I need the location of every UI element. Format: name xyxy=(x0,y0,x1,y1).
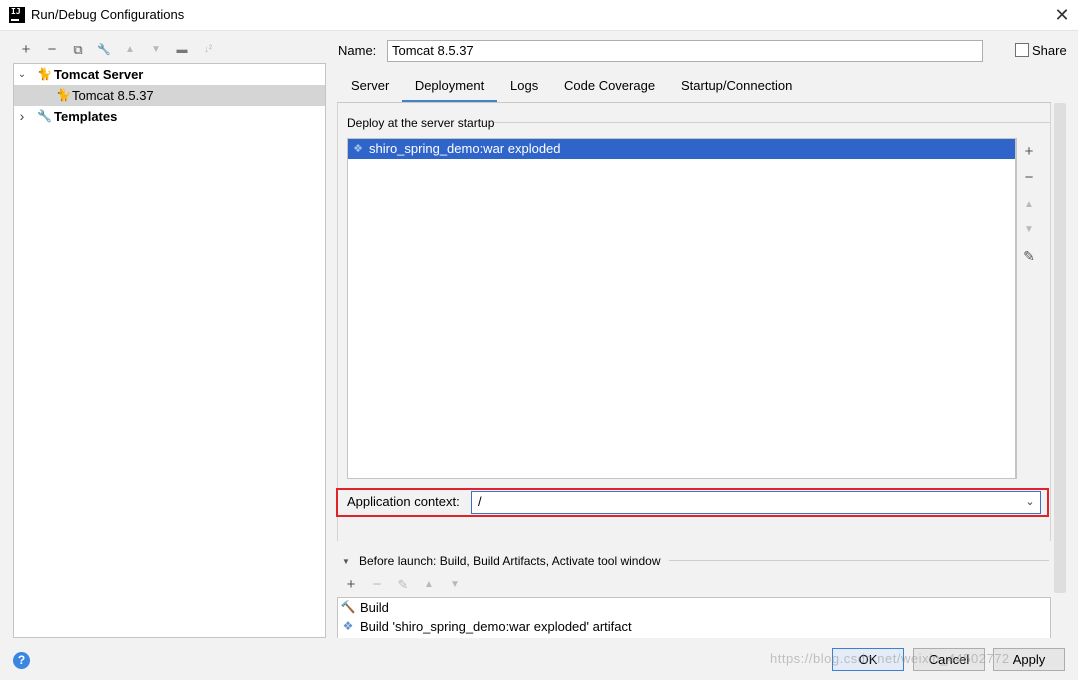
artifact-list[interactable] xyxy=(347,138,1016,479)
before-launch-title[interactable]: Before launch: Build, Build Artifacts, A… xyxy=(359,554,661,568)
close-icon[interactable]: ✕ xyxy=(1052,3,1072,27)
window-title: Run/Debug Configurations xyxy=(31,7,185,22)
add-task-button[interactable]: + xyxy=(342,576,360,594)
edit-pencil-icon[interactable]: ✎ xyxy=(1019,246,1039,266)
artifact-label: shiro_spring_demo:war exploded xyxy=(369,141,561,156)
copy-configuration-icon[interactable]: ⧉ xyxy=(69,41,87,59)
tree-item-tomcat-server[interactable]: ⌄ 🐈 Tomcat Server xyxy=(14,64,325,85)
remove-artifact-button[interactable]: − xyxy=(1019,168,1039,188)
sort-icon[interactable]: ↓² xyxy=(199,41,217,59)
share-checkbox[interactable] xyxy=(1015,43,1029,57)
collapse-toggle-icon[interactable]: ▼ xyxy=(342,557,350,566)
tree-label: Tomcat Server xyxy=(54,67,144,82)
title-bar: IJ Run/Debug Configurations ✕ xyxy=(0,0,1078,31)
folder-icon[interactable]: ▬ xyxy=(173,41,191,59)
tree-label: Templates xyxy=(54,109,118,124)
deploy-group-title: Deploy at the server startup xyxy=(347,116,495,130)
app-context-input[interactable]: / xyxy=(471,491,1041,514)
tree-item-templates[interactable]: › 🔧 Templates xyxy=(14,106,325,127)
chevron-down-icon[interactable]: ⌄ xyxy=(1022,494,1038,510)
hammer-icon: 🔨 xyxy=(340,600,356,614)
tree-label: Tomcat 8.5.37 xyxy=(72,88,154,103)
tab-deployment[interactable]: Deployment xyxy=(402,73,497,103)
list-item[interactable]: ❖ Build 'shiro_spring_demo:war exploded'… xyxy=(338,617,1050,636)
artifact-icon: ❖ xyxy=(342,619,354,633)
list-item[interactable]: ❖ shiro_spring_demo:war exploded xyxy=(348,139,1015,159)
intellij-icon: IJ xyxy=(9,7,25,23)
list-divider xyxy=(1016,138,1017,479)
share-label[interactable]: Share xyxy=(1032,43,1067,58)
add-artifact-button[interactable]: + xyxy=(1019,142,1039,162)
tab-code-coverage[interactable]: Code Coverage xyxy=(562,73,657,103)
move-down-icon[interactable]: ▼ xyxy=(147,41,165,59)
artifact-icon: ❖ xyxy=(353,143,363,155)
task-label: Build xyxy=(360,600,389,615)
remove-configuration-button[interactable]: − xyxy=(43,41,61,59)
tab-server[interactable]: Server xyxy=(349,73,391,103)
tree-item-tomcat-8-5-37[interactable]: 🐈 Tomcat 8.5.37 xyxy=(14,85,325,106)
name-input[interactable]: Tomcat 8.5.37 xyxy=(387,40,983,62)
configuration-tree[interactable]: ⌄ 🐈 Tomcat Server 🐈 Tomcat 8.5.37 › 🔧 Te… xyxy=(13,63,326,638)
move-down-icon[interactable]: ▼ xyxy=(446,576,464,594)
task-label: Build 'shiro_spring_demo:war exploded' a… xyxy=(360,619,632,634)
wrench-icon: 🔧 xyxy=(37,109,52,123)
expanded-chevron-icon[interactable]: ⌄ xyxy=(16,64,28,85)
edit-defaults-wrench-icon[interactable]: 🔧 xyxy=(95,41,113,59)
tomcat-icon: 🐈 xyxy=(56,88,71,102)
app-context-label: Application context: xyxy=(347,494,460,509)
collapsed-chevron-icon[interactable]: › xyxy=(16,106,28,127)
move-down-icon[interactable]: ▼ xyxy=(1019,220,1039,240)
watermark: https://blog.csdn.net/weixin_44502772 xyxy=(770,651,1010,666)
tomcat-icon: 🐈 xyxy=(37,67,52,81)
move-up-icon[interactable]: ▲ xyxy=(1019,195,1039,215)
move-up-icon[interactable]: ▲ xyxy=(121,41,139,59)
list-item[interactable]: 🔨 Build xyxy=(338,598,1050,617)
name-label: Name: xyxy=(338,43,377,58)
add-configuration-button[interactable]: + xyxy=(17,41,35,59)
tab-logs[interactable]: Logs xyxy=(508,73,540,103)
before-launch-list[interactable]: 🔨 Build ❖ Build 'shiro_spring_demo:war e… xyxy=(337,597,1051,638)
tab-startup-connection[interactable]: Startup/Connection xyxy=(679,73,794,103)
remove-task-button[interactable]: − xyxy=(368,576,386,594)
scrollbar[interactable] xyxy=(1054,103,1066,593)
move-up-icon[interactable]: ▲ xyxy=(420,576,438,594)
edit-pencil-icon[interactable]: ✎ xyxy=(394,576,412,594)
group-divider xyxy=(669,560,1049,561)
group-divider xyxy=(494,122,1050,123)
help-icon[interactable]: ? xyxy=(13,652,30,669)
